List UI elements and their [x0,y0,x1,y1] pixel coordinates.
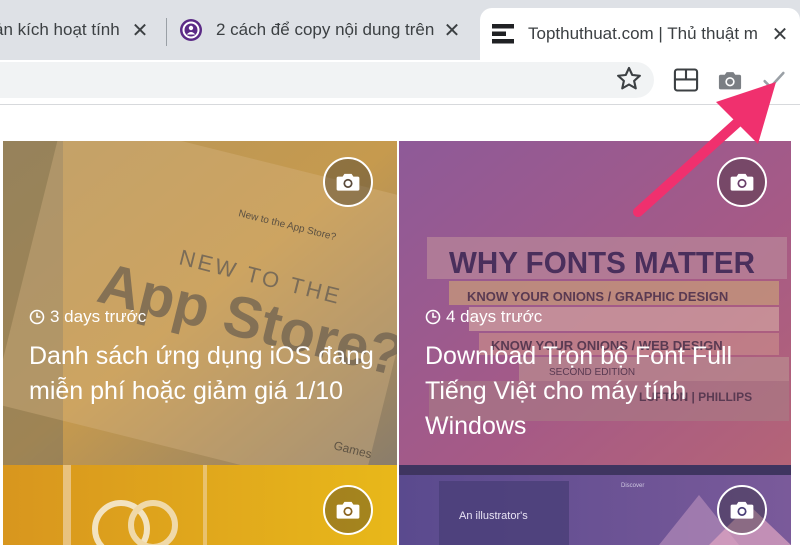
thumbnail-text: KNOW YOUR ONIONS / GRAPHIC DESIGN [467,289,728,304]
tab-favicon-icon [490,21,516,47]
clock-icon [29,309,45,325]
camera-icon[interactable] [323,485,373,535]
post-time: 4 days trước [446,307,543,326]
layout-grid-icon[interactable] [672,66,700,94]
tab-activation[interactable]: ản kích hoạt tính ✕ [0,4,160,56]
tab-title: ản kích hoạt tính [0,20,120,39]
tab-separator [166,18,167,46]
post-card[interactable]: WHY FONTS MATTER KNOW YOUR ONIONS / GRAP… [399,141,791,465]
thumbnail-text: Discover [621,483,644,489]
post-meta: 3 days trước [29,307,146,327]
camera-icon[interactable] [323,157,373,207]
browser-toolbar [0,60,800,105]
post-title[interactable]: Danh sách ứng dụng iOS đang miễn phí hoặ… [29,339,379,409]
address-bar[interactable] [0,62,654,98]
tab-topthuthuat[interactable]: Topthuthuat.com | Thủ thuật m ✕ [480,8,800,60]
post-time: 3 days trước [50,307,147,326]
tab-close-icon[interactable]: ✕ [438,16,466,44]
tab-copy-content[interactable]: 2 cách để copy nội dung trên ✕ [174,4,472,56]
post-card[interactable] [3,465,397,545]
tab-title: Topthuthuat.com | Thủ thuật m [528,24,758,43]
post-grid: New to the App Store? NEW TO THE App Sto… [0,105,800,545]
tab-favicon-icon [178,17,204,43]
thumbnail-text: An illustrator's [459,510,528,522]
thumbnail-text: WHY FONTS MATTER [449,245,755,280]
bookmark-star-icon[interactable] [614,64,644,94]
camera-icon[interactable] [716,66,744,94]
post-card[interactable]: New to the App Store? NEW TO THE App Sto… [3,141,397,465]
tab-title: 2 cách để copy nội dung trên [216,20,435,39]
checkmark-icon[interactable] [760,66,788,94]
post-meta: 4 days trước [425,307,542,327]
camera-icon[interactable] [717,485,767,535]
post-card[interactable]: An illustrator's Discover [399,465,791,545]
tab-strip: ản kích hoạt tính ✕ 2 cách để copy nội d… [0,0,800,60]
tab-close-icon[interactable]: ✕ [126,16,154,44]
clock-icon [425,309,441,325]
tab-close-icon[interactable]: ✕ [766,20,794,48]
post-title[interactable]: Download Trọn bộ Font Full Tiếng Việt ch… [425,339,775,444]
camera-icon[interactable] [717,157,767,207]
